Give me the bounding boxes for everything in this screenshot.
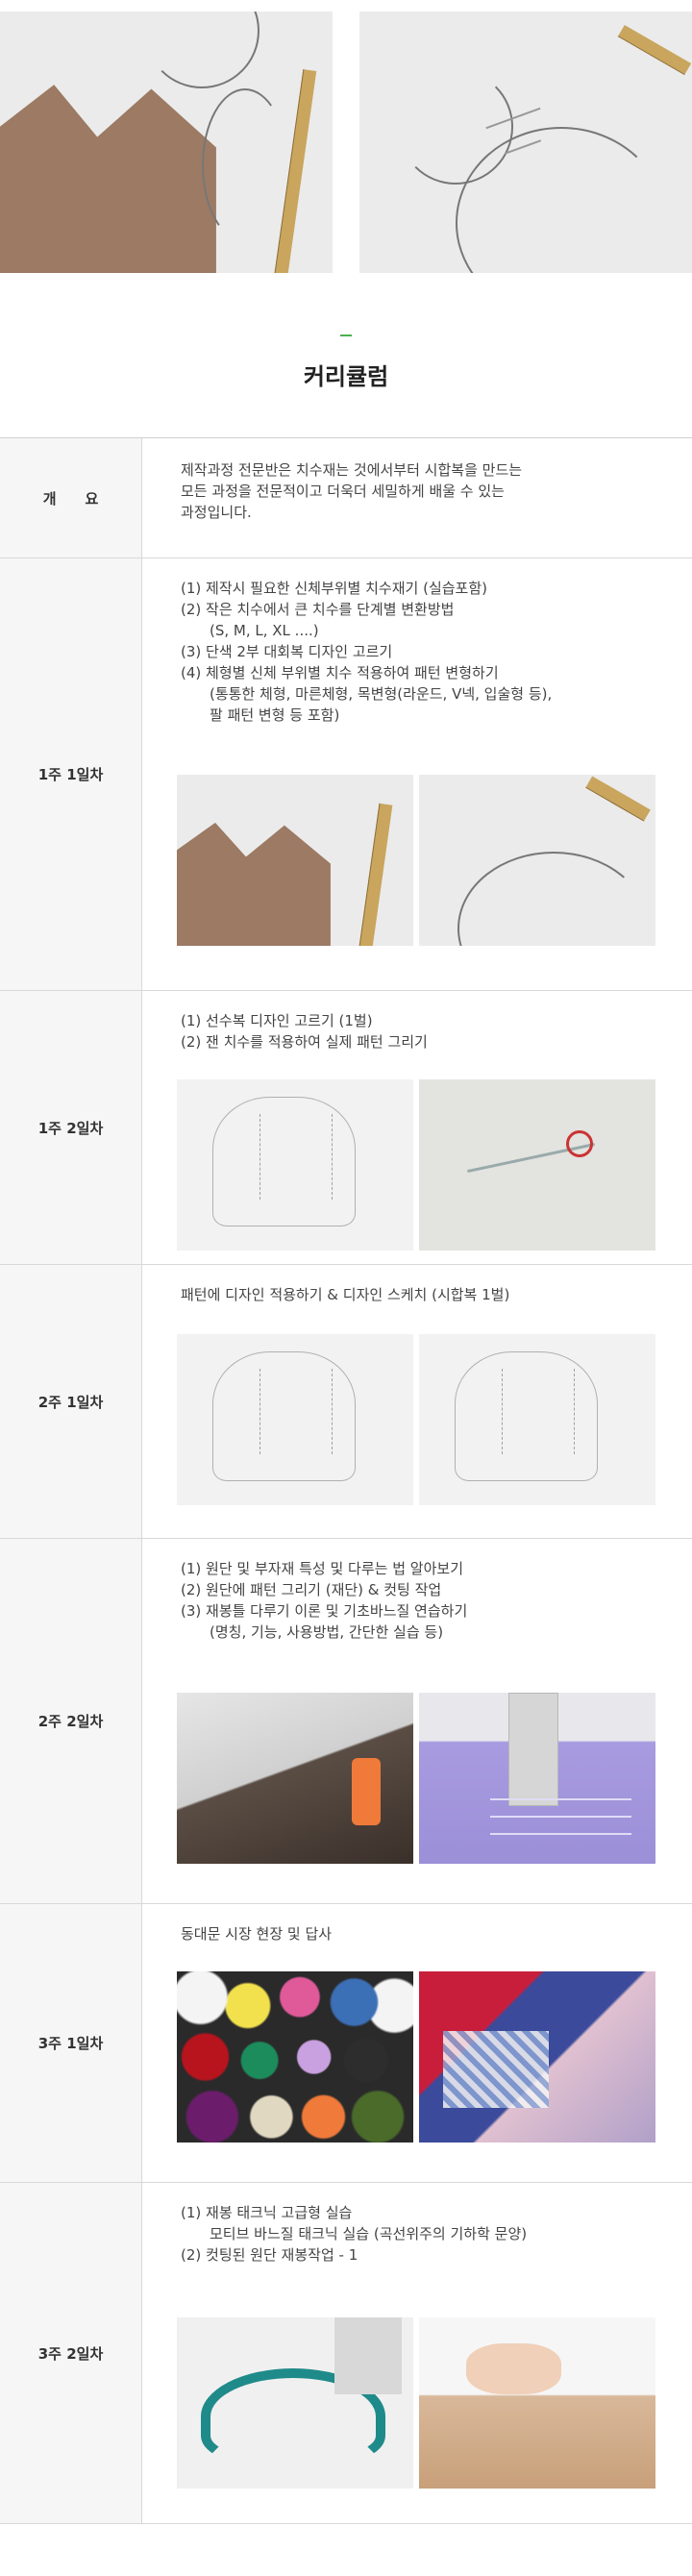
row-text-line: 과정입니다. [181,504,252,521]
row-label: 3주 1일차 [0,1904,142,2182]
row-content: (1) 선수복 디자인 고르기 (1벌) (2) 잰 치수를 적용하여 실제 패… [142,991,692,1264]
row-content: 제작과정 전문반은 치수재는 것에서부터 시합복을 만드는 모든 과정을 전문적… [142,438,692,557]
fabric-shop-photo [419,1971,655,2143]
pattern-draft-photo-right [359,12,692,273]
row-label: 2주 1일차 [0,1265,142,1538]
row-label: 2주 2일차 [0,1539,142,1903]
row-content: 패턴에 디자인 적용하기 & 디자인 스케치 (시합복 1벌) [142,1265,692,1538]
page-title: 커리큘럼 [303,363,389,390]
table-row: 1주 1일차 (1) 제작시 필요한 신체부위별 치수재기 (실습포함) (2)… [0,558,692,991]
curriculum-table: 개 요 제작과정 전문반은 치수재는 것에서부터 시합복을 만드는 모든 과정을… [0,437,692,2524]
table-row: 3주 2일차 (1) 재봉 태크닉 고급형 실습 모티브 바느질 태크닉 실습 … [0,2183,692,2524]
row-text-line: (2) 컷팅된 원단 재봉작업 - 1 [181,2246,358,2264]
row-text-line: (2) 잰 치수를 적용하여 실제 패턴 그리기 [181,1033,428,1051]
row-text-line: (1) 선수복 디자인 고르기 (1벌) [181,1012,373,1029]
row-text-line: (명칭, 기능, 사용방법, 간단한 실습 등) [210,1623,444,1641]
row-text-line: (통통한 체형, 마른체형, 목변형(라운드, V넥, 입술형 등), [210,685,553,703]
sewing-machine-photo [177,1693,413,1864]
row-label: 1주 2일차 [0,991,142,1264]
row-text-line: (S, M, L, XL ....) [210,622,319,639]
pattern-sketch-photo [177,1079,413,1251]
row-text-line: (3) 단색 2부 대회복 디자인 고르기 [181,643,393,660]
row-text-line: 제작과정 전문반은 치수재는 것에서부터 시합복을 만드는 [181,461,523,479]
pattern-photo [419,775,655,946]
header-photos [0,0,692,279]
row-label: 3주 2일차 [0,2183,142,2523]
motif-sewing-photo [177,2317,413,2489]
table-row: 개 요 제작과정 전문반은 치수재는 것에서부터 시합복을 만드는 모든 과정을… [0,438,692,558]
row-text-line: (2) 작은 치수에서 큰 치수를 단계별 변환방법 [181,601,455,618]
title-accent-mark [340,334,352,336]
row-text-line: 팔 패턴 변형 등 포함) [210,706,340,724]
curriculum-page: 커리큘럼 개 요 제작과정 전문반은 치수재는 것에서부터 시합복을 만드는 모… [0,0,692,2576]
fabric-sewing-photo [419,2317,655,2489]
pattern-photo [177,775,413,946]
row-label: 개 요 [0,438,142,557]
row-content: 동대문 시장 현장 및 답사 [142,1904,692,2182]
row-text-line: (1) 제작시 필요한 신체부위별 치수재기 (실습포함) [181,580,487,597]
table-row: 1주 2일차 (1) 선수복 디자인 고르기 (1벌) (2) 잰 치수를 적용… [0,991,692,1265]
pattern-draft-photo-left [0,12,333,273]
row-text-line: (4) 체형별 신체 부위별 치수 적용하여 패턴 변형하기 [181,664,499,681]
row-content: (1) 재봉 태크닉 고급형 실습 모티브 바느질 태크닉 실습 (곡선위주의 … [142,2183,692,2523]
row-content: (1) 제작시 필요한 신체부위별 치수재기 (실습포함) (2) 작은 치수에… [142,558,692,990]
thread-spools-photo [177,1971,413,2143]
row-text-line: 패턴에 디자인 적용하기 & 디자인 스케치 (시합복 1벌) [181,1286,510,1303]
pattern-drawing-photo [419,1079,655,1251]
row-text-line: 동대문 시장 현장 및 답사 [181,1925,333,1943]
sewing-fabric-photo [419,1693,655,1864]
row-text-line: (1) 원단 및 부자재 특성 및 다루는 법 알아보기 [181,1560,463,1577]
table-row: 3주 1일차 동대문 시장 현장 및 답사 [0,1904,692,2183]
design-sketch-photo [419,1334,655,1505]
row-text-line: 모든 과정을 전문적이고 더욱더 세밀하게 배울 수 있는 [181,483,505,500]
row-text-line: (1) 재봉 태크닉 고급형 실습 [181,2204,353,2221]
row-content: (1) 원단 및 부자재 특성 및 다루는 법 알아보기 (2) 원단에 패턴 … [142,1539,692,1903]
row-text-line: (3) 재봉틀 다루기 이론 및 기초바느질 연습하기 [181,1602,468,1620]
row-label: 1주 1일차 [0,558,142,990]
table-row: 2주 1일차 패턴에 디자인 적용하기 & 디자인 스케치 (시합복 1벌) [0,1265,692,1539]
design-sketch-photo [177,1334,413,1505]
table-row: 2주 2일차 (1) 원단 및 부자재 특성 및 다루는 법 알아보기 (2) … [0,1539,692,1904]
row-text-line: 모티브 바느질 태크닉 실습 (곡선위주의 기하학 문양) [210,2225,528,2242]
row-text-line: (2) 원단에 패턴 그리기 (재단) & 컷팅 작업 [181,1581,442,1598]
